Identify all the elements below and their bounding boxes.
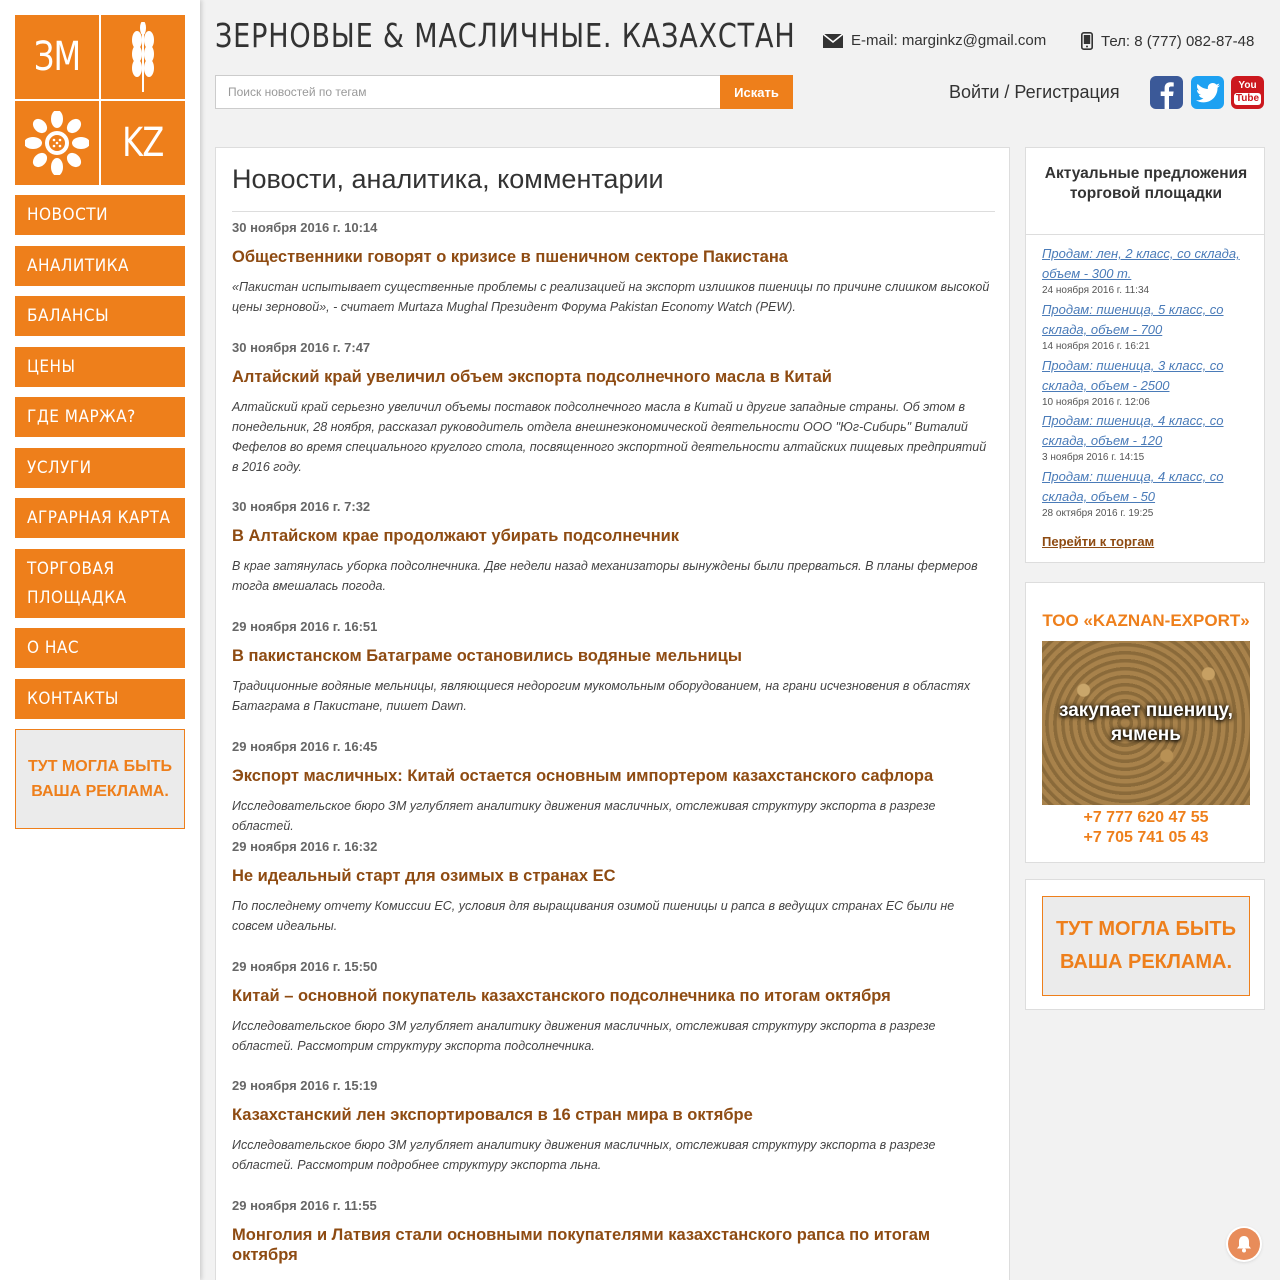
trade-offer-link[interactable]: Продам: лен, 2 класс, со склада, объем -…	[1042, 244, 1250, 284]
nav-item-services[interactable]: УСЛУГИ	[15, 448, 185, 488]
news-date: 29 ноября 2016 г. 15:19	[232, 1078, 378, 1093]
trade-offer-date: 14 ноября 2016 г. 16:21	[1042, 341, 1150, 352]
trade-offer: Продам: пшеница, 4 класс, со склада, объ…	[1042, 411, 1250, 465]
facebook-icon[interactable]	[1150, 76, 1183, 109]
nav-item-contacts[interactable]: КОНТАКТЫ	[15, 679, 185, 719]
search-input[interactable]: Поиск новостей по тегам	[215, 75, 721, 109]
news-title-link[interactable]: Не идеальный старт для озимых в странах …	[232, 866, 995, 886]
nav-item-news[interactable]: НОВОСТИ	[15, 195, 185, 235]
news-date: 29 ноября 2016 г. 16:32	[232, 839, 378, 854]
news-item: 29 ноября 2016 г. 16:32 Не идеальный ста…	[232, 839, 995, 936]
news-title-link[interactable]: Китай – основной покупатель казахстанско…	[232, 986, 995, 1006]
nav-item-about[interactable]: О НАС	[15, 628, 185, 668]
news-summary: По последнему отчету Комиссии ЕС, услови…	[232, 899, 955, 933]
kaznan-export-ad[interactable]: ТОО «KAZNAN-EXPORT» закупает пшеницу, яч…	[1025, 582, 1265, 863]
news-item: 30 ноября 2016 г. 7:47 Алтайский край ув…	[232, 340, 995, 477]
login-register-link[interactable]: Войти / Регистрация	[949, 82, 1120, 103]
trade-offer-date: 28 октября 2016 г. 19:25	[1042, 508, 1154, 519]
trade-offers-panel: Актуальные предложения торговой площадки…	[1025, 147, 1265, 563]
site-title[interactable]: ЗЕРНОВЫЕ & МАСЛИЧНЫЕ. КАЗАХСТАН	[215, 16, 795, 55]
nav-item-prices[interactable]: ЦЕНЫ	[15, 347, 185, 387]
kaznan-title: ТОО «KAZNAN-EXPORT»	[1042, 611, 1250, 630]
trade-offer-date: 3 ноября 2016 г. 14:15	[1042, 452, 1145, 463]
trade-divider	[1026, 234, 1264, 235]
news-date: 29 ноября 2016 г. 16:51	[232, 619, 378, 634]
trade-offer: Продам: пшеница, 5 класс, со склада, объ…	[1042, 300, 1250, 354]
logo-kz-cell: KZ	[101, 101, 185, 185]
news-item: 30 ноября 2016 г. 10:14 Общественники го…	[232, 220, 995, 317]
wheat-icon	[101, 15, 185, 99]
kaznan-phone: +7 777 620 47 55	[1083, 809, 1209, 826]
news-summary: Исследовательское бюро ЗМ углубляет анал…	[232, 799, 936, 833]
trade-offer-link[interactable]: Продам: пшеница, 5 класс, со склада, объ…	[1042, 300, 1250, 340]
news-title-link[interactable]: Алтайский край увеличил объем экспорта п…	[232, 367, 995, 387]
trade-offer: Продам: пшеница, 3 класс, со склада, объ…	[1042, 356, 1250, 410]
title-divider	[232, 211, 995, 212]
news-title-link[interactable]: Монголия и Латвия стали основными покупа…	[232, 1225, 995, 1265]
news-item: 30 ноября 2016 г. 7:32 В Алтайском крае …	[232, 499, 995, 596]
news-title-link[interactable]: В пакистанском Батаграме остановились во…	[232, 646, 995, 666]
trade-offers-title: Актуальные предложения торговой площадки	[1044, 165, 1248, 202]
news-item: 29 ноября 2016 г. 16:45 Экспорт масличны…	[232, 739, 995, 836]
logo-kz-text: KZ	[122, 120, 164, 166]
news-summary: Исследовательское бюро ЗМ углубляет анал…	[232, 1138, 936, 1172]
trade-offer-link[interactable]: Продам: пшеница, 4 класс, со склада, объ…	[1042, 467, 1250, 507]
search-button[interactable]: Искать	[720, 75, 793, 109]
go-to-trading-link[interactable]: Перейти к торгам	[1042, 534, 1154, 549]
news-summary: В крае затянулась уборка подсолнечника. …	[232, 559, 978, 593]
nav-item-agrarian-map[interactable]: АГРАРНАЯ КАРТА	[15, 498, 185, 538]
nav-item-analytics[interactable]: АНАЛИТИКА	[15, 246, 185, 286]
news-title-link[interactable]: В Алтайском крае продолжают убирать подс…	[232, 526, 995, 546]
sunflower-icon	[15, 101, 99, 185]
phone-text: Тел: 8 (777) 082-87-48	[1101, 32, 1255, 50]
youtube-icon[interactable]: You Tube	[1231, 76, 1264, 109]
news-title-link[interactable]: Казахстанский лен экспортировался в 16 с…	[232, 1105, 995, 1125]
ad-placeholder-left[interactable]: ТУТ МОГЛА БЫТЬ ВАША РЕКЛАМА.	[15, 729, 185, 829]
phone-contact[interactable]: Тел: 8 (777) 082-87-48	[1081, 32, 1254, 50]
news-date: 29 ноября 2016 г. 16:45	[232, 739, 378, 754]
page-title: Новости, аналитика, комментарии	[232, 164, 664, 194]
news-item: 29 ноября 2016 г. 15:50 Китай – основной…	[232, 959, 995, 1056]
news-summary: Традиционные водяные мельницы, являющиес…	[232, 679, 971, 713]
notification-bell-icon[interactable]	[1228, 1228, 1260, 1260]
trade-offer: Продам: пшеница, 4 класс, со склада, объ…	[1042, 467, 1250, 521]
trade-offer-date: 10 ноября 2016 г. 12:06	[1042, 397, 1150, 408]
nav-item-balances[interactable]: БАЛАНСЫ	[15, 296, 185, 336]
trade-offer-link[interactable]: Продам: пшеница, 3 класс, со склада, объ…	[1042, 356, 1250, 396]
news-item: 29 ноября 2016 г. 16:51 В пакистанском Б…	[232, 619, 995, 716]
twitter-icon[interactable]	[1191, 76, 1224, 109]
ad-placeholder-right[interactable]: ТУТ МОГЛА БЫТЬ ВАША РЕКЛАМА.	[1042, 896, 1250, 996]
news-date: 30 ноября 2016 г. 10:14	[232, 220, 378, 235]
site-logo[interactable]: ЗМ KZ	[15, 15, 185, 185]
nav-item-margin[interactable]: ГДЕ МАРЖА?	[15, 397, 185, 437]
news-title-link[interactable]: Экспорт масличных: Китай остается основн…	[232, 766, 995, 786]
news-date: 30 ноября 2016 г. 7:32	[232, 499, 371, 514]
news-summary: Алтайский край серьезно увеличил объемы …	[232, 400, 987, 474]
mail-icon	[823, 33, 843, 48]
news-date: 30 ноября 2016 г. 7:47	[232, 340, 371, 355]
trade-offer-date: 24 ноября 2016 г. 11:34	[1042, 285, 1150, 296]
news-summary: «Пакистан испытывает существенные пробле…	[232, 280, 990, 314]
news-title-link[interactable]: Общественники говорят о кризисе в пшенич…	[232, 247, 995, 267]
ad-panel-right: ТУТ МОГЛА БЫТЬ ВАША РЕКЛАМА.	[1025, 879, 1265, 1010]
kaznan-image-caption: закупает пшеницу, ячмень	[1059, 700, 1233, 745]
news-date: 29 ноября 2016 г. 11:55	[232, 1198, 377, 1213]
trade-offer-link[interactable]: Продам: пшеница, 4 класс, со склада, объ…	[1042, 411, 1250, 451]
mobile-phone-icon	[1081, 32, 1093, 50]
kaznan-phone: +7 705 741 05 43	[1083, 829, 1209, 846]
logo-zm-text: ЗМ	[33, 34, 81, 80]
logo-zm-cell: ЗМ	[15, 15, 99, 99]
email-contact[interactable]: E-mail: marginkz@gmail.com	[823, 32, 1046, 49]
left-sidebar: ЗМ KZ НОВОСТИ АНАЛИТИКА БАЛАНСЫ ЦЕНЫ ГДЕ…	[0, 0, 200, 1280]
news-item: 29 ноября 2016 г. 15:19 Казахстанский ле…	[232, 1078, 995, 1175]
news-date: 29 ноября 2016 г. 15:50	[232, 959, 378, 974]
trade-offer: Продам: лен, 2 класс, со склада, объем -…	[1042, 244, 1250, 298]
email-text: E-mail: marginkz@gmail.com	[851, 32, 1047, 49]
news-summary: Исследовательское бюро ЗМ углубляет анал…	[232, 1019, 936, 1053]
news-main-panel: Новости, аналитика, комментарии 30 ноябр…	[215, 147, 1010, 1280]
grain-image: закупает пшеницу, ячмень	[1042, 641, 1250, 805]
news-item: 29 ноября 2016 г. 11:55 Монголия и Латви…	[232, 1198, 995, 1265]
nav-item-trading-platform[interactable]: ТОРГОВАЯ ПЛОЩАДКА	[15, 549, 185, 618]
